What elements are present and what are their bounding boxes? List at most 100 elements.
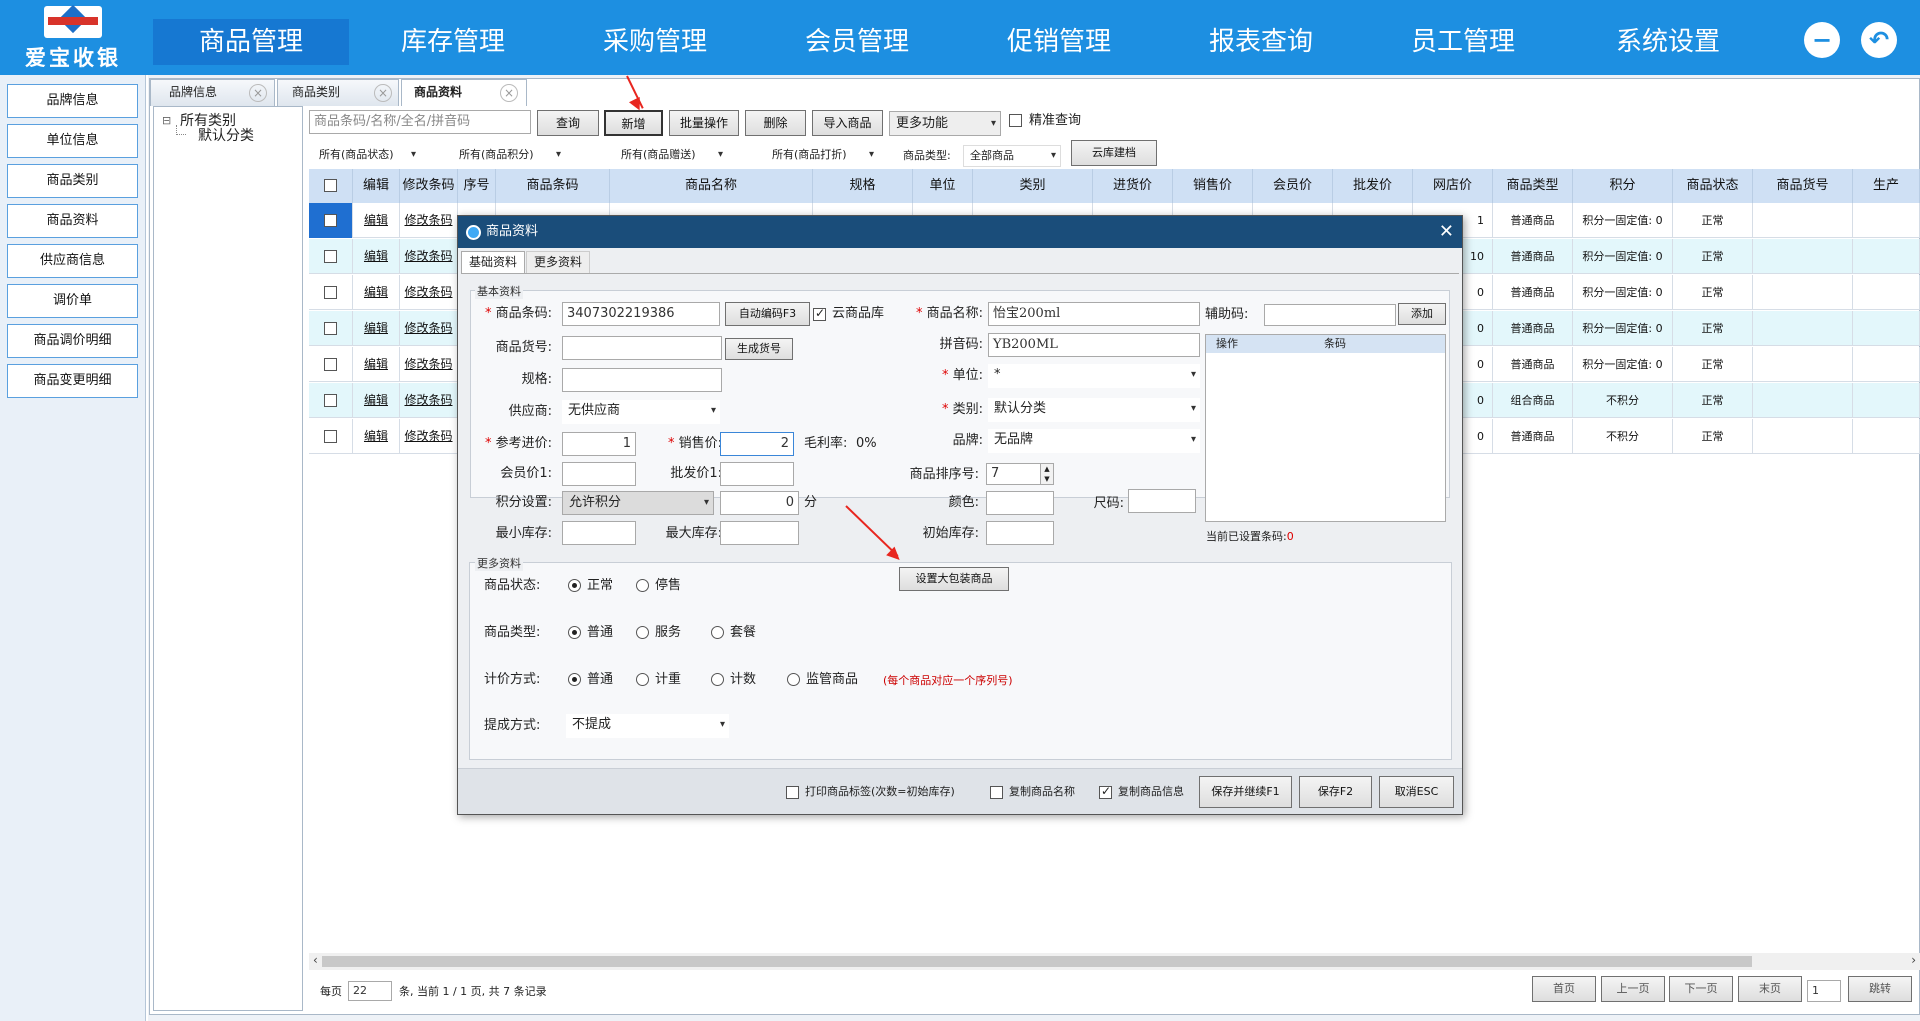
search-input[interactable]: 商品条码/名称/全名/拼音码 [309, 110, 531, 134]
cloud-lib-checkbox[interactable] [813, 306, 826, 321]
sidebar-item-unit[interactable]: 单位信息 [7, 124, 138, 158]
brand-select[interactable]: 无品牌 [988, 429, 1200, 453]
row-checkbox[interactable] [324, 394, 337, 407]
row-checkbox-cell[interactable] [309, 383, 353, 418]
color-input[interactable] [986, 491, 1054, 515]
row-checkbox[interactable] [324, 430, 337, 443]
minus-icon[interactable]: − [1804, 22, 1840, 58]
per-page-input[interactable]: 22 [348, 981, 392, 1001]
delete-button[interactable]: 删除 [745, 110, 806, 136]
save-continue-button[interactable]: 保存并继续F1 [1199, 776, 1292, 808]
column-header[interactable] [309, 169, 353, 203]
column-header[interactable]: 单位 [913, 169, 973, 203]
column-header[interactable]: 商品类型 [1493, 169, 1573, 203]
modify-barcode-link[interactable]: 修改条码 [400, 239, 458, 274]
row-checkbox[interactable] [324, 286, 337, 299]
column-header[interactable]: 商品货号 [1753, 169, 1853, 203]
cloud-build-button[interactable]: 云库建档 [1071, 140, 1157, 166]
sidebar-item-category[interactable]: 商品类别 [7, 164, 138, 198]
column-header[interactable]: 商品状态 [1673, 169, 1753, 203]
edit-link[interactable]: 编辑 [353, 203, 400, 238]
pricing-weight-radio[interactable] [636, 673, 649, 686]
modify-barcode-link[interactable]: 修改条码 [400, 311, 458, 346]
sidebar-item-price-adjust[interactable]: 调价单 [7, 284, 138, 318]
select-all-checkbox[interactable] [324, 179, 337, 192]
nav-item-staff[interactable]: 员工管理 [1365, 19, 1561, 65]
member-price-input[interactable] [562, 462, 636, 486]
batch-button[interactable]: 批量操作 [669, 110, 739, 136]
scroll-right-icon[interactable]: › [1911, 953, 1916, 967]
column-header[interactable]: 网店价 [1413, 169, 1493, 203]
column-header[interactable]: 商品条码 [496, 169, 610, 203]
horizontal-scrollbar[interactable]: ‹ › [309, 953, 1920, 970]
row-checkbox[interactable] [324, 250, 337, 263]
row-checkbox-cell[interactable] [309, 275, 353, 310]
row-checkbox-cell[interactable] [309, 311, 353, 346]
nav-item-promotion[interactable]: 促销管理 [961, 19, 1157, 65]
pricing-normal-radio[interactable] [568, 673, 581, 686]
modify-barcode-link[interactable]: 修改条码 [400, 275, 458, 310]
close-icon[interactable]: × [374, 84, 392, 102]
sidebar-item-change-detail[interactable]: 商品变更明细 [7, 364, 138, 398]
go-page-button[interactable]: 跳转 [1848, 976, 1912, 1002]
copy-info-checkbox[interactable] [1099, 784, 1112, 799]
edit-link[interactable]: 编辑 [353, 419, 400, 454]
sidebar-item-supplier[interactable]: 供应商信息 [7, 244, 138, 278]
filter-gift-select[interactable]: 所有(商品赠送) [615, 145, 727, 167]
pricing-count-radio[interactable] [711, 673, 724, 686]
row-checkbox[interactable] [324, 214, 337, 227]
column-header[interactable]: 积分 [1573, 169, 1673, 203]
row-checkbox[interactable] [324, 322, 337, 335]
tab-category[interactable]: 商品类别 × [277, 79, 399, 106]
big-pack-button[interactable]: 设置大包装商品 [899, 567, 1009, 591]
supplier-select[interactable]: 无供应商 [562, 400, 720, 424]
column-header[interactable]: 类别 [973, 169, 1093, 203]
init-stock-input[interactable] [986, 521, 1054, 545]
gen-sku-button[interactable]: 生成货号 [725, 338, 793, 360]
sidebar-item-brand[interactable]: 品牌信息 [7, 84, 138, 118]
nav-item-settings[interactable]: 系统设置 [1570, 19, 1766, 65]
unit-select[interactable]: * [988, 364, 1200, 388]
ref-price-input[interactable]: 1 [562, 432, 636, 456]
name-input[interactable]: 怡宝200ml [988, 302, 1200, 326]
column-header[interactable]: 商品名称 [610, 169, 813, 203]
pinyin-input[interactable]: YB200ML [988, 333, 1200, 357]
add-button[interactable]: 新增 [604, 110, 663, 136]
filter-points-select[interactable]: 所有(商品积分) [453, 145, 565, 167]
nav-item-report[interactable]: 报表查询 [1163, 19, 1359, 65]
column-header[interactable]: 编辑 [353, 169, 400, 203]
type-normal-radio[interactable] [568, 626, 581, 639]
edit-link[interactable]: 编辑 [353, 239, 400, 274]
column-header[interactable]: 销售价 [1173, 169, 1253, 203]
tree-child[interactable]: 默认分类 [198, 125, 254, 145]
close-icon[interactable]: ✕ [1439, 216, 1454, 248]
scroll-left-icon[interactable]: ‹ [313, 953, 318, 967]
more-functions-select[interactable]: 更多功能 [889, 111, 1001, 136]
status-stop-radio[interactable] [636, 579, 649, 592]
nav-item-purchase[interactable]: 采购管理 [557, 19, 753, 65]
points-mode-select[interactable]: 允许积分 [562, 491, 714, 515]
edit-link[interactable]: 编辑 [353, 275, 400, 310]
pricing-supervise-radio[interactable] [787, 673, 800, 686]
page-input[interactable]: 1 [1807, 980, 1841, 1002]
nav-item-member[interactable]: 会员管理 [759, 19, 955, 65]
spec-input[interactable] [562, 368, 722, 392]
edit-link[interactable]: 编辑 [353, 383, 400, 418]
sort-stepper-icon[interactable]: ▲ ▼ [1040, 463, 1054, 485]
cancel-button[interactable]: 取消ESC [1379, 776, 1454, 808]
column-header[interactable]: 会员价 [1253, 169, 1333, 203]
back-arrow-icon[interactable]: ↶ [1861, 22, 1897, 58]
tab-brand[interactable]: 品牌信息 × [150, 79, 275, 106]
row-checkbox-cell[interactable] [309, 239, 353, 274]
status-normal-radio[interactable] [568, 579, 581, 592]
auto-code-button[interactable]: 自动编码F3 [725, 302, 810, 326]
max-stock-input[interactable] [720, 521, 799, 545]
barcode-input[interactable]: 3407302219386 [562, 302, 720, 326]
column-header[interactable]: 生产 [1853, 169, 1920, 203]
tab-product[interactable]: 商品资料 × [401, 79, 527, 106]
import-button[interactable]: 导入商品 [812, 110, 883, 136]
product-type-select[interactable]: 全部商品 [963, 145, 1061, 167]
save-button[interactable]: 保存F2 [1299, 776, 1372, 808]
sidebar-item-price-detail[interactable]: 商品调价明细 [7, 324, 138, 358]
edit-link[interactable]: 编辑 [353, 311, 400, 346]
